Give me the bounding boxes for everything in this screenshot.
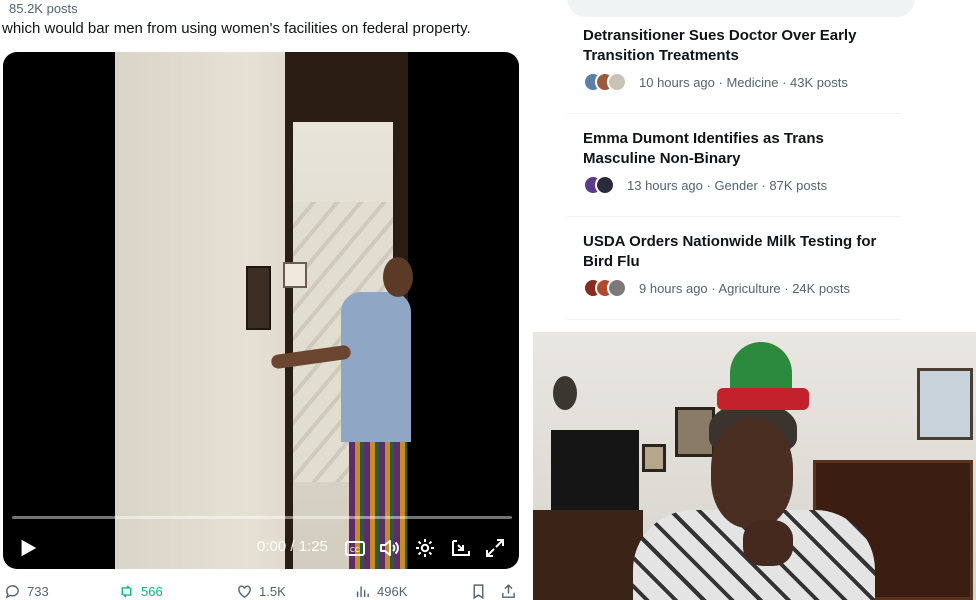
share-icon: [502, 584, 515, 598]
trend-title: Emma Dumont Identifies as Trans Masculin…: [583, 130, 824, 167]
retweet-icon: [121, 585, 132, 598]
webcam-overlay: [533, 332, 976, 600]
video-progress-bar[interactable]: [12, 516, 512, 519]
video-player[interactable]: 0:00 / 1:25 CC: [3, 52, 519, 569]
trending-panel: Detransitioner Sues Doctor Over Early Tr…: [535, 0, 976, 333]
reply-count: 733: [27, 584, 49, 599]
bookmark-button[interactable]: [470, 583, 487, 600]
divider: [567, 113, 900, 114]
elf-hat-band: [717, 388, 809, 410]
webcam-hand: [743, 520, 793, 566]
like-button[interactable]: 1.5K: [236, 583, 286, 600]
webcam-cabinet: [533, 510, 643, 600]
trend-title: USDA Orders Nationwide Milk Testing for …: [583, 233, 877, 270]
bookmark-icon: [473, 584, 484, 600]
divider: [567, 319, 900, 320]
heart-icon: [238, 585, 251, 599]
divider: [567, 216, 900, 217]
trend-avatars: [583, 175, 615, 195]
webcam-picture-frame: [642, 444, 666, 472]
avatar: [607, 278, 627, 298]
reply-icon: [5, 585, 19, 599]
webcam-tv: [551, 430, 639, 520]
settings-icon[interactable]: [413, 536, 437, 560]
video-wall-sign: [283, 262, 307, 288]
trend-item[interactable]: USDA Orders Nationwide Milk Testing for …: [583, 232, 900, 298]
view-count: 496K: [377, 584, 408, 599]
video-switch-plate: [246, 266, 271, 330]
share-button[interactable]: [500, 583, 517, 600]
pip-icon[interactable]: [449, 536, 473, 560]
fullscreen-icon[interactable]: [483, 536, 507, 560]
retweet-count: 566: [141, 584, 163, 599]
views-button[interactable]: 496K: [354, 583, 407, 600]
webcam-face: [711, 418, 793, 528]
video-time: 0:00 / 1:25: [257, 538, 328, 555]
trend-avatars: [583, 278, 627, 298]
retweet-button[interactable]: 566: [118, 583, 163, 600]
webcam-wreath: [553, 376, 577, 410]
svg-text:CC: CC: [350, 547, 360, 554]
trend-item[interactable]: Detransitioner Sues Doctor Over Early Tr…: [583, 26, 900, 92]
trend-title: Detransitioner Sues Doctor Over Early Tr…: [583, 27, 857, 64]
like-count: 1.5K: [259, 584, 286, 599]
webcam-picture-frame: [917, 368, 973, 440]
play-icon[interactable]: [17, 537, 39, 559]
reply-button[interactable]: 733: [4, 583, 49, 600]
trend-meta: 10 hours ago · Medicine · 43K posts: [639, 74, 848, 90]
tweet-card: 85.2K posts which would bar men from usi…: [0, 0, 535, 600]
trend-avatars: [583, 72, 627, 92]
trend-meta: 9 hours ago · Agriculture · 24K posts: [639, 280, 851, 296]
search-bar[interactable]: [567, 0, 915, 17]
post-count: 85.2K posts: [9, 1, 78, 16]
tweet-text: which would bar men from using women's f…: [2, 20, 471, 37]
trend-item[interactable]: Emma Dumont Identifies as Trans Masculin…: [583, 129, 900, 195]
tweet-actions: 733 566 1.5K 496K: [0, 580, 535, 600]
volume-icon[interactable]: [377, 536, 401, 560]
avatar: [595, 175, 615, 195]
video-person-shirt: [341, 292, 411, 442]
avatar: [607, 72, 627, 92]
trend-meta: 13 hours ago · Gender · 87K posts: [627, 177, 828, 193]
captions-icon[interactable]: CC: [343, 536, 367, 560]
video-person-head: [383, 257, 413, 297]
views-icon: [356, 586, 369, 598]
